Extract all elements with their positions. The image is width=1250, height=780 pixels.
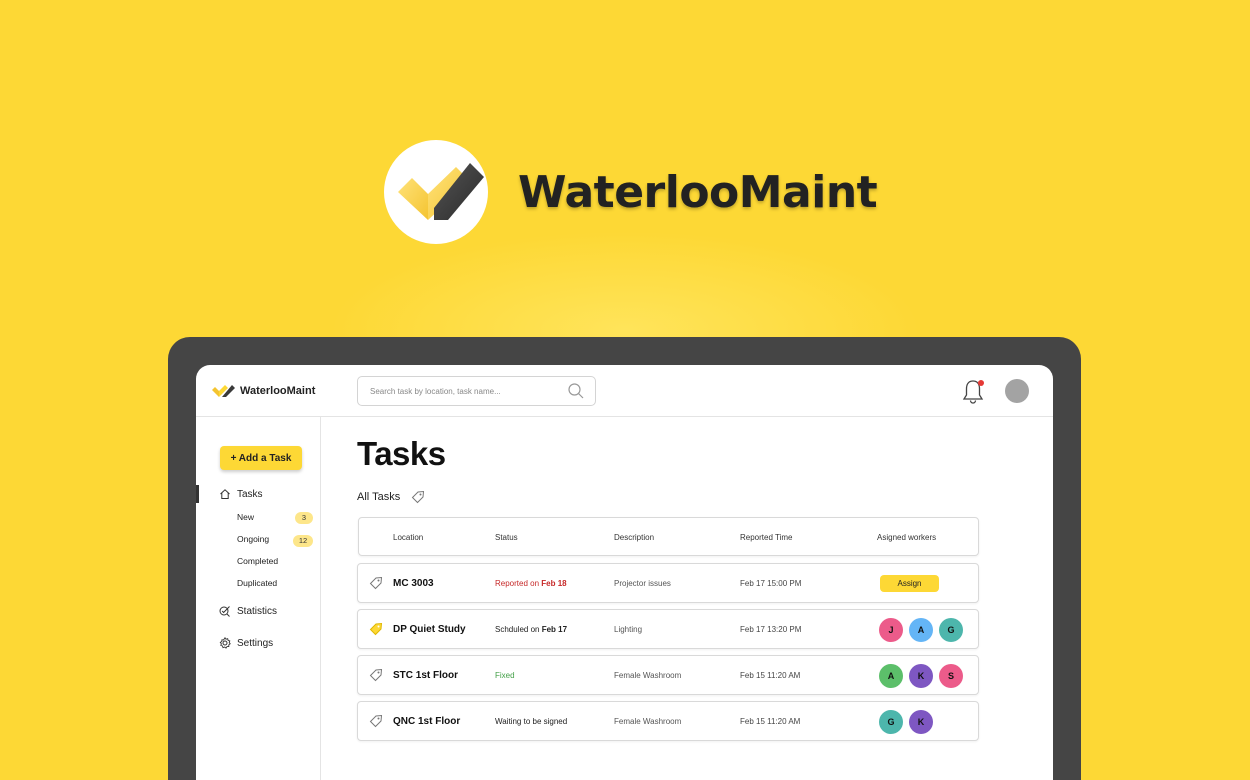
row-status: Reported on Feb 18	[495, 579, 567, 588]
row-description: Projector issues	[614, 579, 671, 588]
row-reported-time: Feb 15 11:20 AM	[740, 717, 801, 726]
worker-avatar[interactable]: A	[879, 664, 903, 688]
status-text: Reported on	[495, 579, 542, 588]
sidebar-item-statistics[interactable]: Statistics	[219, 605, 277, 617]
worker-avatar[interactable]: G	[879, 710, 903, 734]
row-status: Waiting to be signed	[495, 717, 568, 726]
search-icon[interactable]	[567, 382, 585, 400]
sidebar-subitem-completed[interactable]: Completed	[237, 556, 278, 566]
worker-avatar[interactable]: S	[939, 664, 963, 688]
hero-title: WaterlooMaint	[518, 166, 878, 218]
user-avatar[interactable]	[1005, 379, 1029, 403]
status-date: Feb 18	[541, 579, 567, 588]
row-status: Schduled on Feb 17	[495, 625, 567, 634]
table-header: Location Status Description Reported Tim…	[358, 517, 979, 556]
page-title: Tasks	[357, 435, 446, 472]
row-location: MC 3003	[393, 578, 434, 589]
hero-logo: WaterlooMaint	[384, 140, 878, 244]
row-location: DP Quiet Study	[393, 624, 466, 635]
search-box[interactable]	[357, 376, 596, 406]
worker-avatar[interactable]: A	[909, 618, 933, 642]
column-header[interactable]: Location	[393, 533, 423, 542]
status-text: Schduled on	[495, 625, 542, 634]
assigned-workers: G K	[879, 710, 939, 734]
add-task-button[interactable]: + Add a Task	[220, 446, 302, 470]
tag-icon[interactable]	[411, 490, 425, 504]
row-location: QNC 1st Floor	[393, 716, 461, 727]
home-icon	[220, 489, 230, 499]
laptop-frame: WaterlooMaint + Add a Task	[168, 337, 1081, 780]
column-header[interactable]: Description	[614, 533, 654, 542]
count-badge-ongoing: 12	[293, 535, 313, 547]
gear-icon	[219, 637, 231, 649]
tag-icon[interactable]	[369, 576, 383, 590]
tag-filled-icon[interactable]	[369, 622, 383, 636]
bell-icon[interactable]	[962, 378, 986, 404]
filter-label: All Tasks	[357, 491, 401, 503]
worker-avatar[interactable]: J	[879, 618, 903, 642]
sidebar: + Add a Task Tasks New 3 Ongoing 12 Comp…	[196, 417, 321, 780]
sidebar-subitem-ongoing[interactable]: Ongoing	[237, 534, 269, 544]
status-date: Feb 17	[541, 625, 568, 634]
statistics-icon	[219, 606, 230, 617]
row-reported-time: Feb 17 13:20 PM	[740, 625, 802, 634]
assign-button[interactable]: Assign	[880, 575, 939, 592]
search-input[interactable]	[370, 377, 560, 405]
row-description: Female Washroom	[614, 671, 682, 680]
worker-avatar[interactable]: K	[909, 664, 933, 688]
sidebar-subitem-duplicated[interactable]: Duplicated	[237, 578, 277, 588]
logo-check-icon	[384, 140, 488, 244]
table-row[interactable]: QNC 1st Floor Waiting to be signed Femal…	[357, 701, 979, 741]
column-header[interactable]: Asigned workers	[877, 533, 936, 542]
column-header[interactable]: Reported Time	[740, 533, 792, 542]
row-status: Fixed	[495, 671, 515, 680]
count-badge-new: 3	[295, 512, 313, 524]
sidebar-item-label: Statistics	[237, 605, 278, 617]
worker-avatar[interactable]: G	[939, 618, 963, 642]
notification-dot	[978, 380, 984, 386]
tag-icon[interactable]	[369, 714, 383, 728]
top-bar: WaterlooMaint	[196, 365, 1053, 417]
row-reported-time: Feb 17 15:00 PM	[740, 579, 802, 588]
table-row[interactable]: MC 3003 Reported on Feb 18 Projector iss…	[357, 563, 979, 603]
brand-logo-icon	[212, 385, 235, 397]
table-row[interactable]: STC 1st Floor Fixed Female Washroom Feb …	[357, 655, 979, 695]
sidebar-item-tasks[interactable]: Tasks	[219, 488, 263, 500]
assigned-workers: A K S	[879, 664, 969, 688]
sidebar-item-label: Settings	[237, 637, 274, 649]
brand[interactable]: WaterlooMaint	[212, 384, 315, 398]
sidebar-item-label: Tasks	[237, 488, 263, 500]
assigned-workers: J A G	[879, 618, 969, 642]
app-screen: WaterlooMaint + Add a Task	[196, 365, 1053, 780]
tag-icon[interactable]	[369, 668, 383, 682]
active-nav-indicator	[196, 485, 199, 503]
row-reported-time: Feb 15 11:20 AM	[740, 671, 801, 680]
task-filter[interactable]: All Tasks	[357, 490, 425, 504]
row-location: STC 1st Floor	[393, 670, 459, 681]
row-description: Female Washroom	[614, 717, 682, 726]
row-description: Lighting	[614, 625, 643, 634]
worker-avatar[interactable]: K	[909, 710, 933, 734]
brand-name: WaterlooMaint	[240, 385, 316, 397]
table-row[interactable]: DP Quiet Study Schduled on Feb 17 Lighti…	[357, 609, 979, 649]
column-header[interactable]: Status	[495, 533, 518, 542]
sidebar-subitem-new[interactable]: New	[237, 512, 254, 522]
sidebar-item-settings[interactable]: Settings	[219, 637, 273, 649]
